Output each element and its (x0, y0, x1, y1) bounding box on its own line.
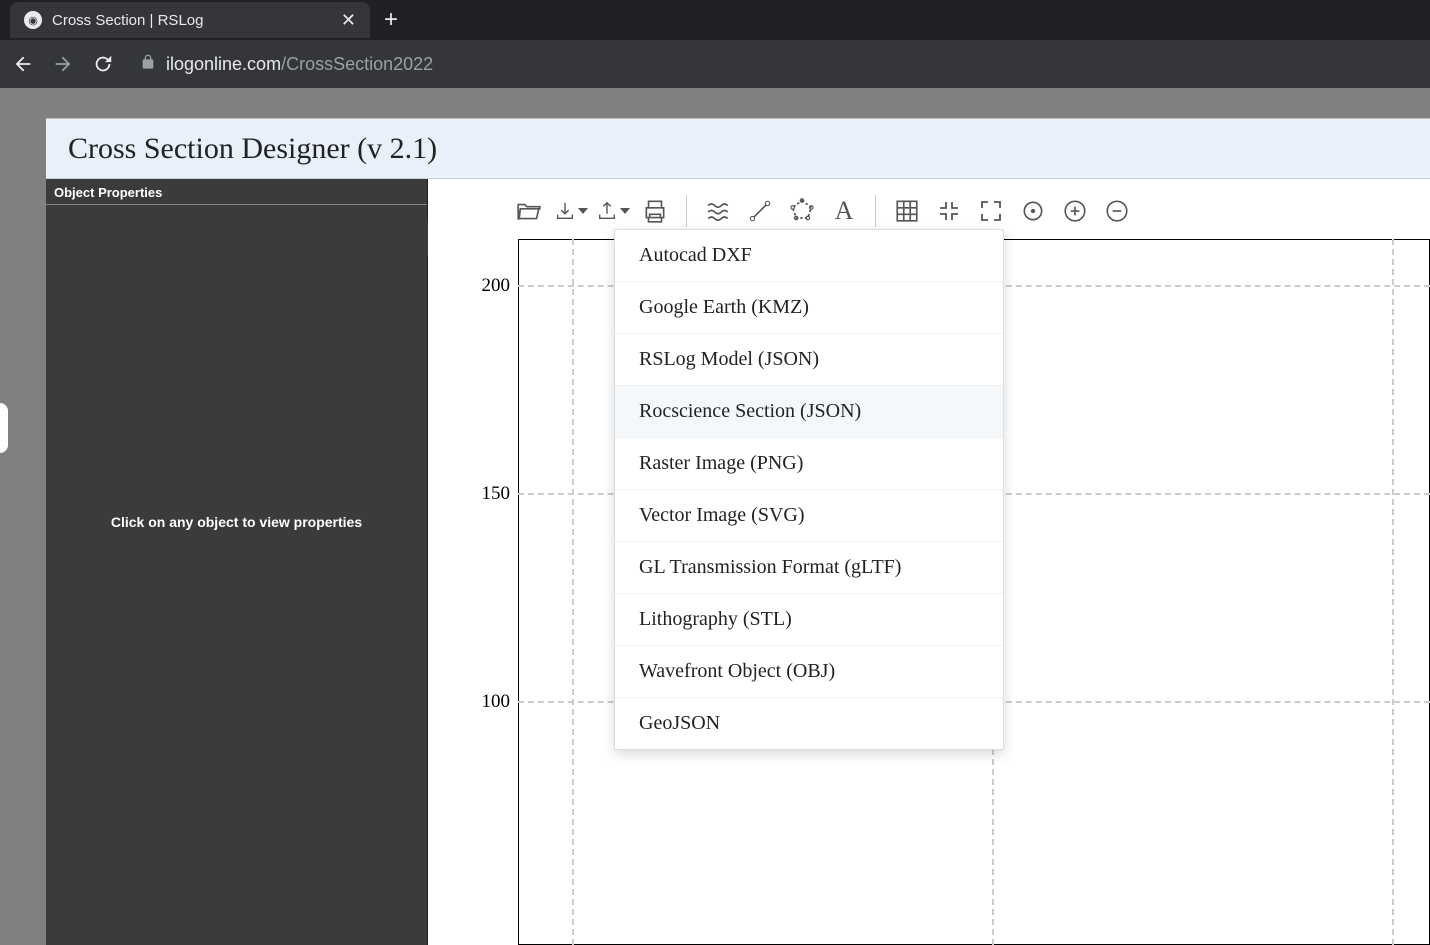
polygon-icon (788, 197, 816, 225)
export-icon (596, 199, 618, 223)
compress-view-button[interactable] (932, 194, 966, 228)
zoom-extents-button[interactable] (1016, 194, 1050, 228)
line-tool[interactable] (743, 194, 777, 228)
import-button[interactable] (554, 194, 588, 228)
zoom-out-icon (1104, 198, 1130, 224)
grid-button[interactable] (890, 194, 924, 228)
export-menu-item[interactable]: GeoJSON (615, 698, 1003, 749)
object-properties-panel: Object Properties Click on any object to… (46, 179, 428, 945)
favicon-icon: ◉ (24, 11, 42, 29)
export-menu-item[interactable]: Lithography (STL) (615, 594, 1003, 646)
toolbar-separator (686, 195, 687, 227)
caret-down-icon (620, 208, 630, 214)
browser-tab[interactable]: ◉ Cross Section | RSLog ✕ (10, 2, 370, 38)
export-menu-item[interactable]: Google Earth (KMZ) (615, 282, 1003, 334)
text-tool[interactable]: A (827, 194, 861, 228)
app-frame: Cross Section Designer (v 2.1) Object Pr… (46, 118, 1430, 945)
url-bar[interactable]: ilogonline.com/CrossSection2022 (140, 54, 1418, 75)
zoom-fit-icon (1020, 198, 1046, 224)
export-dropdown-menu: Autocad DXF Google Earth (KMZ) RSLog Mod… (614, 229, 1004, 750)
toolbar-separator (875, 195, 876, 227)
forward-button[interactable] (52, 53, 74, 75)
sidebar-hint: Click on any object to view properties (46, 514, 427, 530)
caret-down-icon (578, 208, 588, 214)
y-axis-tick: 150 (462, 483, 510, 505)
export-menu-item[interactable]: Rocscience Section (JSON) (615, 386, 1003, 438)
export-menu-item[interactable]: GL Transmission Format (gLTF) (615, 542, 1003, 594)
export-menu-item[interactable]: Wavefront Object (OBJ) (615, 646, 1003, 698)
url-domain: ilogonline.com (166, 54, 281, 75)
export-button[interactable] (596, 194, 630, 228)
folder-open-icon (516, 198, 542, 224)
side-drawer-handle[interactable] (0, 403, 8, 453)
y-axis-tick: 100 (462, 691, 510, 713)
water-icon (705, 198, 731, 224)
browser-nav-bar: ilogonline.com/CrossSection2022 (0, 40, 1430, 88)
app-header: Cross Section Designer (v 2.1) (46, 119, 1430, 179)
app-title: Cross Section Designer (v 2.1) (68, 132, 437, 166)
canvas-area: A 200 150 100 (428, 179, 1430, 945)
new-tab-button[interactable]: + (384, 6, 398, 34)
back-button[interactable] (12, 53, 34, 75)
grid-line (1392, 239, 1394, 945)
export-menu-item[interactable]: Vector Image (SVG) (615, 490, 1003, 542)
expand-view-button[interactable] (974, 194, 1008, 228)
polygon-tool[interactable] (785, 194, 819, 228)
water-tool[interactable] (701, 194, 735, 228)
import-icon (554, 199, 576, 223)
open-button[interactable] (512, 194, 546, 228)
browser-tab-bar: ◉ Cross Section | RSLog ✕ + (0, 0, 1430, 40)
zoom-in-button[interactable] (1058, 194, 1092, 228)
export-menu-item[interactable]: RSLog Model (JSON) (615, 334, 1003, 386)
line-icon (747, 198, 773, 224)
arrows-in-icon (937, 199, 961, 223)
text-icon: A (835, 196, 854, 226)
grid-line (572, 239, 574, 945)
sidebar-title: Object Properties (46, 179, 427, 205)
zoom-out-button[interactable] (1100, 194, 1134, 228)
reload-button[interactable] (92, 53, 114, 75)
export-menu-item[interactable]: Autocad DXF (615, 230, 1003, 282)
close-tab-icon[interactable]: ✕ (341, 10, 356, 31)
lock-icon (140, 54, 156, 75)
arrows-out-icon (979, 199, 1003, 223)
export-menu-item[interactable]: Raster Image (PNG) (615, 438, 1003, 490)
url-path: /CrossSection2022 (281, 54, 433, 75)
tab-title: Cross Section | RSLog (52, 12, 341, 29)
print-icon (642, 198, 668, 224)
toolbar: A (428, 179, 1430, 229)
y-axis-tick: 200 (462, 275, 510, 297)
zoom-in-icon (1062, 198, 1088, 224)
grid-icon (894, 198, 920, 224)
print-button[interactable] (638, 194, 672, 228)
